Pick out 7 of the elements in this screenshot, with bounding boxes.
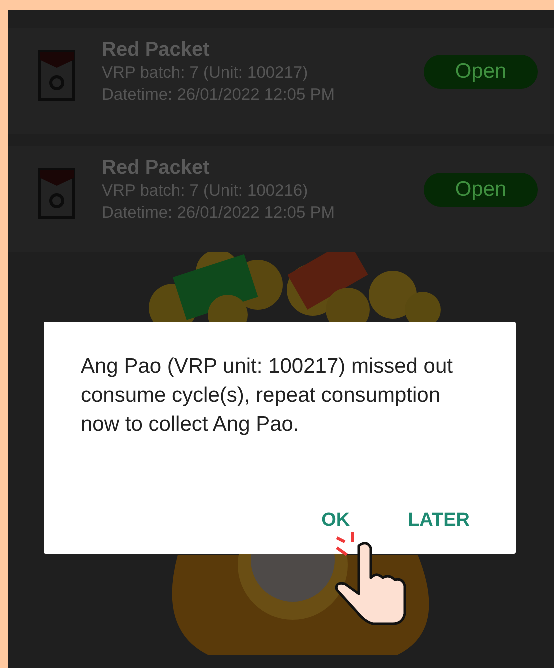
envelope-icon [38,50,76,102]
dialog-message: Ang Pao (VRP unit: 100217) missed out consume cycle(s), repeat consumption now to collect Ang Pao. [81,354,454,438]
envelope-icon [38,168,76,220]
dialog-button[interactable]: OK [318,506,354,536]
open-button[interactable]: Open [424,173,538,207]
dialog-button[interactable]: LATER [404,506,474,536]
open-button[interactable]: Open [424,55,538,89]
